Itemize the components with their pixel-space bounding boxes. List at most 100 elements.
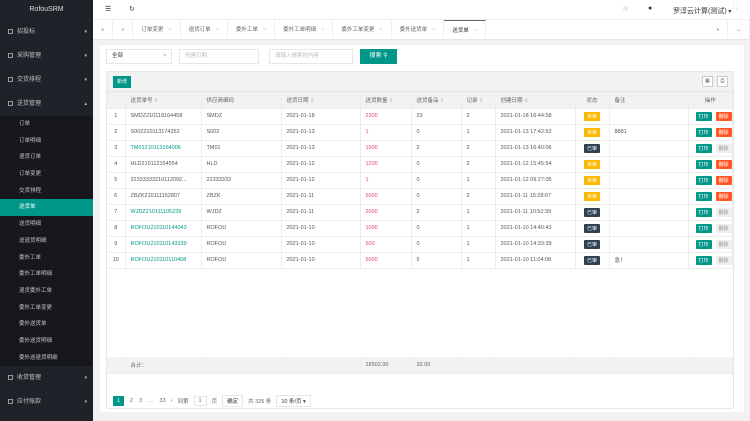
print-button[interactable]: 打印	[695, 223, 712, 233]
tab[interactable]: 委外工单 ×	[228, 20, 276, 39]
page-link[interactable]: 2	[130, 398, 133, 404]
sidebar-item[interactable]: 退货订单	[0, 149, 93, 166]
sidebar-item[interactable]: 委外工单变更	[0, 300, 93, 317]
close-icon[interactable]: ×	[474, 28, 477, 34]
print-button[interactable]: 打印	[695, 175, 712, 185]
close-icon[interactable]: ×	[263, 27, 266, 33]
status-select[interactable]: 全部 ▾	[106, 49, 172, 64]
delete-button[interactable]: 删除	[715, 175, 732, 185]
theme-icon[interactable]: ●	[648, 5, 652, 12]
table-row: 3 TM01210113164006 TM01 2021-01-13 1500 …	[107, 140, 733, 157]
page-link[interactable]: 3	[139, 398, 142, 404]
column-header[interactable]: 送货备品 ⇕	[411, 92, 462, 109]
delete-button[interactable]: 删除	[715, 159, 732, 169]
delete-button[interactable]: 删除	[715, 127, 732, 137]
created-date-input[interactable]: 创建日期	[179, 49, 259, 64]
page-size-select[interactable]: 10 条/页 ▾	[276, 395, 311, 407]
close-icon[interactable]: ×	[321, 27, 324, 33]
next-page-icon[interactable]: ›	[171, 398, 173, 404]
sidebar-item[interactable]: 订单变更	[0, 166, 93, 183]
sidebar-item[interactable]: 送退货明细	[0, 233, 93, 250]
sidebar-item[interactable]: 委外送货单	[0, 316, 93, 333]
sidebar-group[interactable]: 采购管理 ▾	[0, 44, 93, 68]
delete-button[interactable]: 删除	[715, 111, 732, 121]
sidebar-item[interactable]: 委外送货明细	[0, 333, 93, 350]
tab[interactable]: 委外工单变更 ×	[333, 20, 392, 39]
page-link[interactable]: 33	[160, 398, 166, 404]
home-tab-icon[interactable]: ⌂	[113, 20, 134, 39]
tab[interactable]: 委外工单明细 ×	[275, 20, 334, 39]
search-button[interactable]: 搜索 ⚲	[360, 49, 397, 64]
page-link[interactable]: 1	[112, 396, 124, 406]
sidebar-group[interactable]: 交货排程 ▾	[0, 68, 93, 92]
order-number[interactable]: WJDZ210111105239	[125, 204, 202, 221]
delete-button[interactable]: 删除	[715, 191, 732, 201]
tabs-menu-chevron-icon[interactable]: ⌄	[728, 20, 750, 39]
column-header[interactable]: 送货日期 ⇕	[281, 92, 361, 109]
order-number: 22333333210112092...	[125, 172, 202, 189]
order-number[interactable]: ROFOU210110144043	[125, 220, 202, 237]
sidebar-item[interactable]: 委外送退货明细	[0, 350, 93, 367]
column-header[interactable]: 送货单号 ⇕	[125, 92, 202, 109]
menu-toggle-icon[interactable]: ☰	[105, 5, 111, 13]
close-icon[interactable]: ×	[379, 27, 382, 33]
sidebar-item[interactable]: 委外工单	[0, 250, 93, 267]
tabs-scroll-left-icon[interactable]: «	[93, 20, 114, 39]
print-button[interactable]: 打印	[695, 111, 712, 121]
order-number[interactable]: ROFOU210110143339	[125, 236, 202, 253]
sort-icon[interactable]: ⇕	[524, 98, 529, 104]
sidebar-group[interactable]: 招投标 ▾	[0, 20, 93, 44]
columns-filter-icon[interactable]: ▦	[702, 76, 713, 87]
add-button[interactable]: 新增	[113, 76, 131, 88]
user-menu[interactable]: 罗淳云计算(测试) ▾	[673, 6, 731, 16]
close-icon[interactable]: ×	[432, 27, 435, 33]
print-button[interactable]: 打印	[695, 143, 712, 153]
sort-icon[interactable]: ⇕	[440, 98, 445, 104]
sidebar-group[interactable]: 应付账款 ▾	[0, 390, 93, 415]
delete-button[interactable]: 删除	[715, 223, 732, 233]
sidebar-group[interactable]: 送货管理 ▴	[0, 92, 93, 116]
column-header[interactable]: 创建日期 ⇕	[495, 92, 576, 109]
delete-button[interactable]: 删除	[715, 255, 732, 265]
page-input[interactable]: 1	[193, 396, 207, 406]
print-button[interactable]: 打印	[695, 207, 712, 217]
sidebar-item[interactable]: 送货单	[0, 199, 93, 217]
tab[interactable]: 委外送货单 ×	[392, 20, 445, 39]
sort-icon[interactable]: ⇕	[389, 98, 394, 104]
sidebar-item[interactable]: 退货委外工单	[0, 283, 93, 300]
column-header[interactable]: 送货数量 ⇕	[360, 92, 412, 109]
order-number[interactable]: TM01210113164006	[125, 140, 202, 157]
sidebar-group[interactable]: 收货管理 ▾	[0, 366, 93, 391]
tab[interactable]: 退货订单 ×	[181, 20, 228, 39]
close-icon[interactable]: ×	[216, 27, 219, 33]
column-header[interactable]: 记录 ⇕	[461, 92, 496, 109]
print-button[interactable]: 打印	[695, 239, 712, 249]
sort-icon[interactable]: ⇕	[154, 98, 159, 104]
order-number[interactable]: ROFOU210110110408	[125, 252, 202, 269]
delete-button[interactable]: 删除	[715, 207, 732, 217]
delete-button[interactable]: 删除	[715, 239, 732, 249]
print-button[interactable]: 打印	[695, 159, 712, 169]
sidebar-item[interactable]: 送货明细	[0, 216, 93, 233]
print-button[interactable]: 打印	[695, 191, 712, 201]
sidebar-item[interactable]: 委外工单明细	[0, 266, 93, 283]
tab[interactable]: 送货单 ×	[444, 20, 487, 39]
print-icon[interactable]: ⎙	[717, 76, 728, 87]
tab[interactable]: 订单变更 ×	[133, 20, 181, 39]
sort-icon[interactable]: ⇕	[310, 98, 315, 104]
sidebar-item[interactable]: 交货排程	[0, 183, 93, 200]
sort-icon[interactable]: ⇕	[479, 98, 484, 104]
prev-page-icon[interactable]: ‹	[106, 398, 108, 404]
confirm-page-button[interactable]: 确定	[222, 395, 244, 407]
print-button[interactable]: 打印	[695, 127, 712, 137]
tabs-scroll-right-icon[interactable]: »	[708, 20, 729, 39]
print-button[interactable]: 打印	[695, 255, 712, 265]
lock-icon[interactable]: ◎	[623, 5, 628, 12]
fullscreen-icon[interactable]: ⛶	[733, 5, 737, 12]
delete-button[interactable]: 删除	[715, 143, 732, 153]
close-icon[interactable]: ×	[168, 27, 171, 33]
sidebar-item[interactable]: 订单	[0, 116, 93, 133]
search-input[interactable]: 请输入搜索的内容	[269, 49, 353, 64]
sidebar-item[interactable]: 订单明细	[0, 133, 93, 150]
refresh-icon[interactable]: ↻	[129, 5, 135, 13]
